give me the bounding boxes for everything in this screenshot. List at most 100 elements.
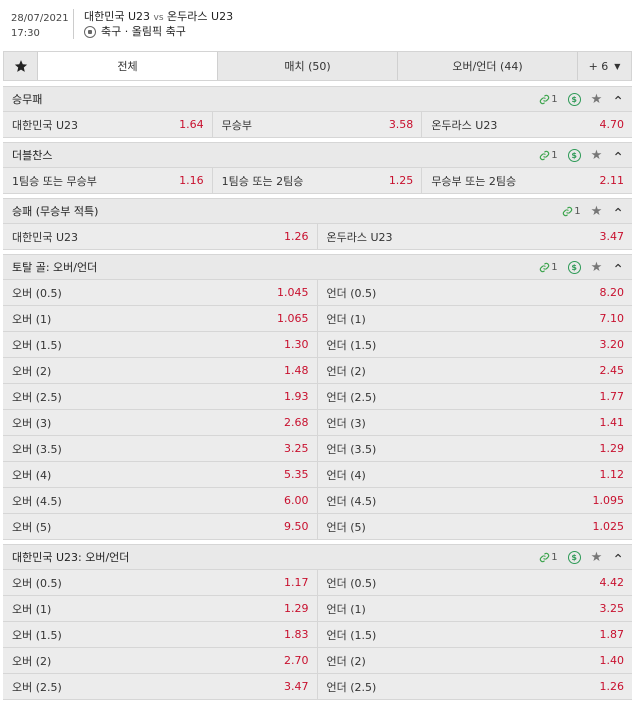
odds-button[interactable]: 오버 (0.5) 1.17 [3,570,318,595]
tab-favorites[interactable] [4,52,38,80]
vs-label: vs [153,13,164,23]
odds-button[interactable]: 무승부 또는 2팀승 2.11 [422,168,632,193]
odds-value: 3.20 [599,338,625,351]
selection-label: 대한민국 U23 [12,230,79,244]
link-icon[interactable]: 1 [539,262,558,273]
odds-button[interactable]: 오버 (1) 1.29 [3,596,318,621]
chevron-up-icon[interactable]: ⌃ [612,206,624,222]
odds-button[interactable]: 언더 (2) 1.40 [317,648,632,673]
odds-button[interactable]: 언더 (0.5) 8.20 [317,280,632,305]
odds-value: 1.30 [284,338,309,351]
odds-button[interactable]: 언더 (1) 7.10 [317,306,632,331]
star-icon[interactable]: ★ [591,551,603,564]
match-time: 17:30 [11,28,40,39]
chevron-up-icon[interactable]: ⌃ [612,150,624,166]
odds-button[interactable]: 오버 (2) 1.48 [3,358,318,383]
odds-button[interactable]: 오버 (1.5) 1.83 [3,622,318,647]
selection-label: 오버 (1.5) [12,628,62,642]
chevron-up-icon[interactable]: ⌃ [612,94,624,110]
odds-button[interactable]: 오버 (2) 2.70 [3,648,318,673]
odds-value: 1.77 [599,390,625,403]
market-header[interactable]: 대한민국 U23: 오버/언더 1 $ ★ ⌃ [3,544,632,570]
star-icon [14,60,27,72]
odds-value: 1.93 [284,390,309,403]
odds-button[interactable]: 언더 (1) 3.25 [317,596,632,621]
market-header[interactable]: 더블찬스 1 $ ★ ⌃ [3,142,632,168]
odds-button[interactable]: 오버 (0.5) 1.045 [3,280,318,305]
link-icon[interactable]: 1 [562,206,581,217]
link-count: 1 [551,149,558,161]
odds-value: 1.64 [179,118,204,131]
odds-button[interactable]: 오버 (4.5) 6.00 [3,488,318,513]
selection-label: 언더 (2.5) [326,680,377,694]
tab-match[interactable]: 매치 (50) [218,52,398,80]
odds-value: 2.70 [284,654,309,667]
dollar-circle-icon[interactable]: $ [567,148,581,162]
odds-row: 오버 (2.5) 3.47 언더 (2.5) 1.26 [3,674,632,700]
odds-button[interactable]: 대한민국 U23 1.64 [3,112,213,137]
tab-more[interactable]: + 6 ▼ [578,52,631,80]
odds-button[interactable]: 언더 (2) 2.45 [317,358,632,383]
odds-value: 1.12 [599,468,625,481]
selection-label: 오버 (0.5) [12,286,62,300]
tab-all[interactable]: 전체 [38,52,218,80]
chevron-up-icon[interactable]: ⌃ [612,552,624,568]
odds-button[interactable]: 온두라스 U23 4.70 [422,112,632,137]
odds-button[interactable]: 무승부 3.58 [212,112,423,137]
odds-button[interactable]: 언더 (2.5) 1.26 [317,674,632,699]
odds-value: 4.42 [599,576,625,589]
odds-button[interactable]: 오버 (5) 9.50 [3,514,318,539]
odds-button[interactable]: 온두라스 U23 3.47 [317,224,632,249]
odds-button[interactable]: 언더 (1.5) 3.20 [317,332,632,357]
odds-button[interactable]: 오버 (3.5) 3.25 [3,436,318,461]
chevron-up-icon[interactable]: ⌃ [612,262,624,278]
odds-button[interactable]: 오버 (2.5) 1.93 [3,384,318,409]
odds-button[interactable]: 언더 (3) 1.41 [317,410,632,435]
odds-button[interactable]: 언더 (4.5) 1.095 [317,488,632,513]
odds-value: 2.45 [599,364,625,377]
selection-label: 1팀승 또는 무승부 [12,174,97,188]
odds-button[interactable]: 언더 (0.5) 4.42 [317,570,632,595]
competition-line[interactable]: 축구 · 올림픽 축구 [84,24,186,39]
odds-button[interactable]: 언더 (2.5) 1.77 [317,384,632,409]
link-icon[interactable]: 1 [539,551,558,563]
selection-label: 오버 (2.5) [12,390,62,404]
dollar-circle-icon[interactable]: $ [567,550,581,564]
odds-button[interactable]: 오버 (2.5) 3.47 [3,674,318,699]
header-divider [73,9,74,39]
odds-button[interactable]: 오버 (1.5) 1.30 [3,332,318,357]
odds-button[interactable]: 오버 (1) 1.065 [3,306,318,331]
market-header[interactable]: 승무패 1 $ ★ ⌃ [3,86,632,112]
odds-button[interactable]: 언더 (4) 1.12 [317,462,632,487]
market-title: 토탈 골: 오버/언더 [12,261,98,274]
odds-button[interactable]: 대한민국 U23 1.26 [3,224,318,249]
star-icon[interactable]: ★ [591,261,603,274]
dollar-circle-icon[interactable]: $ [567,260,581,274]
market-title: 승무패 [12,93,43,106]
odds-value: 3.25 [599,602,625,615]
market-header[interactable]: 승패 (무승부 적특) 1 ★ ⌃ [3,198,632,224]
market-section: 승패 (무승부 적특) 1 ★ ⌃ 대한민국 U23 1.26 온두라스 U23 3.47 [3,198,632,250]
link-count: 1 [551,551,558,563]
odds-button[interactable]: 언더 (1.5) 1.87 [317,622,632,647]
selection-label: 무승부 [221,118,253,132]
odds-button[interactable]: 오버 (3) 2.68 [3,410,318,435]
odds-button[interactable]: 1팀승 또는 무승부 1.16 [3,168,213,193]
odds-button[interactable]: 언더 (3.5) 1.29 [317,436,632,461]
star-icon[interactable]: ★ [591,149,603,162]
star-icon[interactable]: ★ [591,205,603,218]
odds-button[interactable]: 1팀승 또는 2팀승 1.25 [212,168,423,193]
selection-label: 오버 (2.5) [12,680,62,694]
competition-name[interactable]: 축구 · 올림픽 축구 [101,24,186,39]
odds-button[interactable]: 오버 (4) 5.35 [3,462,318,487]
tab-over-under[interactable]: 오버/언더 (44) [398,52,578,80]
star-icon[interactable]: ★ [591,93,603,106]
odds-value: 1.87 [599,628,625,641]
link-icon[interactable]: 1 [539,94,558,105]
link-icon[interactable]: 1 [539,149,558,161]
odds-button[interactable]: 언더 (5) 1.025 [317,514,632,539]
odds-row: 오버 (1.5) 1.30 언더 (1.5) 3.20 [3,332,632,358]
selection-label: 1팀승 또는 2팀승 [221,174,304,188]
market-header[interactable]: 토탈 골: 오버/언더 1 $ ★ ⌃ [3,254,632,280]
dollar-circle-icon[interactable]: $ [567,92,581,106]
